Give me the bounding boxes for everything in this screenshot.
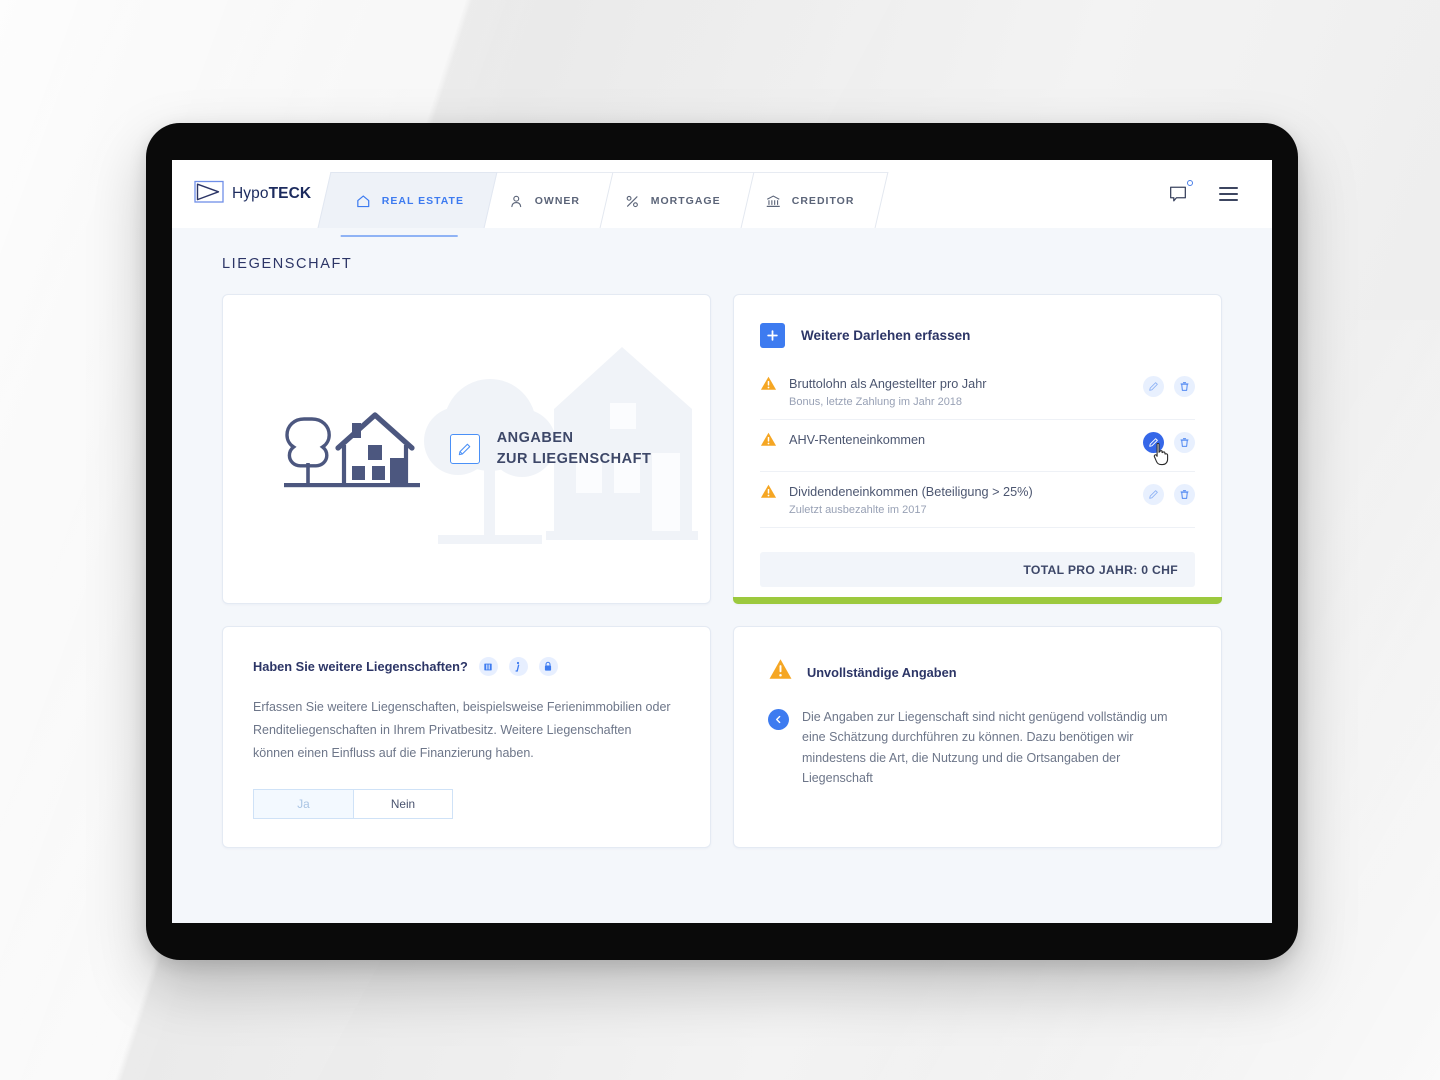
brand-logo[interactable]: HypoTECK [172, 160, 338, 228]
warning-body: Die Angaben zur Liegenschaft sind nicht … [802, 710, 1168, 785]
delete-loan-button[interactable] [1174, 432, 1195, 454]
edit-loan-button[interactable] [1143, 432, 1169, 466]
info-icon[interactable] [508, 657, 528, 676]
warning-triangle-icon [768, 657, 793, 687]
incomplete-data-card: Unvollständige Angaben Die Angaben zur L… [733, 626, 1222, 848]
question-body: Erfassen Sie weitere Liegenschaften, bei… [253, 700, 671, 760]
loan-row[interactable]: AHV-Renteneinkommen [760, 420, 1195, 473]
app-header: HypoTECK REAL ESTATE OWNER MORTGAGE CRED… [172, 160, 1272, 237]
notification-badge [1187, 180, 1193, 186]
chevron-left-icon[interactable] [768, 709, 789, 730]
lock-icon[interactable] [538, 657, 558, 676]
additional-loans-card: Weitere Darlehen erfassen Bruttolohn als… [733, 294, 1222, 604]
loan-actions [1143, 483, 1195, 506]
warning-header: Unvollständige Angaben [768, 657, 1191, 687]
tab-label: REAL ESTATE [381, 194, 465, 207]
home-icon [355, 193, 371, 209]
warning-triangle-icon [760, 375, 777, 397]
warning-triangle-icon [760, 431, 777, 453]
bank-icon [765, 193, 781, 209]
delete-loan-button[interactable] [1174, 376, 1195, 397]
house-and-tree-icon [282, 401, 424, 498]
question-header: Haben Sie weitere Liegenschaften? [253, 657, 680, 676]
header-actions [1147, 160, 1272, 228]
loan-actions [1143, 375, 1195, 397]
yes-no-toggle: Ja Nein [253, 789, 680, 819]
no-button[interactable]: Nein [353, 789, 453, 819]
loan-row[interactable]: Dividendeneinkommen (Beteiligung > 25%) … [760, 472, 1195, 529]
page-content: LIEGENSCHAFT ANGABEN ZUR LIEGENSCHAFT We… [172, 228, 1272, 848]
loan-subtitle: Bonus, letzte Zahlung im Jahr 2018 [789, 396, 963, 409]
brand-name: HypoTECK [232, 185, 312, 202]
card-accent-bar [733, 597, 1222, 604]
loan-title: AHV-Renteneinkommen [789, 433, 926, 448]
property-details-cta[interactable]: ANGABEN ZUR LIEGENSCHAFT [449, 428, 652, 470]
tablet-device: HypoTECK REAL ESTATE OWNER MORTGAGE CRED… [146, 123, 1298, 960]
chat-bubble-icon[interactable] [1167, 180, 1193, 205]
loan-row[interactable]: Bruttolohn als Angestellter pro Jahr Bon… [760, 364, 1195, 421]
book-icon[interactable] [478, 657, 498, 676]
edit-loan-button[interactable] [1143, 484, 1164, 506]
plus-icon[interactable] [760, 323, 785, 348]
percent-icon [624, 193, 640, 209]
tab-label: CREDITOR [792, 194, 855, 207]
tab-active-underline [340, 235, 458, 237]
photo-backdrop: HypoTECK REAL ESTATE OWNER MORTGAGE CRED… [0, 0, 1440, 1080]
question-title: Haben Sie weitere Liegenschaften? [253, 659, 468, 674]
loan-subtitle: Zuletzt ausbezahlte im 2017 [789, 504, 927, 517]
add-loan-row[interactable]: Weitere Darlehen erfassen [760, 323, 1195, 348]
tab-label: MORTGAGE [651, 194, 722, 207]
warning-triangle-icon [760, 483, 777, 505]
add-loan-label: Weitere Darlehen erfassen [801, 328, 971, 343]
hamburger-menu-icon[interactable] [1219, 187, 1238, 201]
megaphone-logo-icon [194, 180, 228, 209]
total-per-year: TOTAL PRO JAHR: 0 CHF [760, 552, 1195, 587]
tab-mortgage[interactable]: MORTGAGE [586, 172, 755, 228]
warning-title: Unvollständige Angaben [807, 664, 957, 680]
loan-title: Dividendeneinkommen (Beteiligung > 25%) [789, 485, 1033, 500]
tablet-screen: HypoTECK REAL ESTATE OWNER MORTGAGE CRED… [172, 160, 1272, 923]
tab-real-estate[interactable]: REAL ESTATE [317, 172, 498, 237]
cards-grid: ANGABEN ZUR LIEGENSCHAFT Weitere Darlehe… [222, 294, 1222, 848]
more-properties-card: Haben Sie weitere Liegenschaften? Erfass… [222, 626, 711, 848]
cta-line-2: ZUR LIEGENSCHAFT [496, 451, 652, 467]
loan-actions [1143, 431, 1195, 466]
edit-loan-button[interactable] [1143, 376, 1164, 397]
person-icon [508, 193, 524, 209]
main-tabs: REAL ESTATE OWNER MORTGAGE CREDITOR [317, 160, 1147, 237]
tab-label: OWNER [535, 194, 581, 207]
yes-button[interactable]: Ja [253, 789, 353, 819]
page-title: LIEGENSCHAFT [222, 256, 353, 272]
property-details-card[interactable]: ANGABEN ZUR LIEGENSCHAFT [222, 294, 711, 604]
cta-line-1: ANGABEN [496, 429, 574, 446]
loan-title: Bruttolohn als Angestellter pro Jahr [789, 377, 987, 391]
delete-loan-button[interactable] [1174, 484, 1195, 506]
pencil-icon [449, 434, 480, 464]
